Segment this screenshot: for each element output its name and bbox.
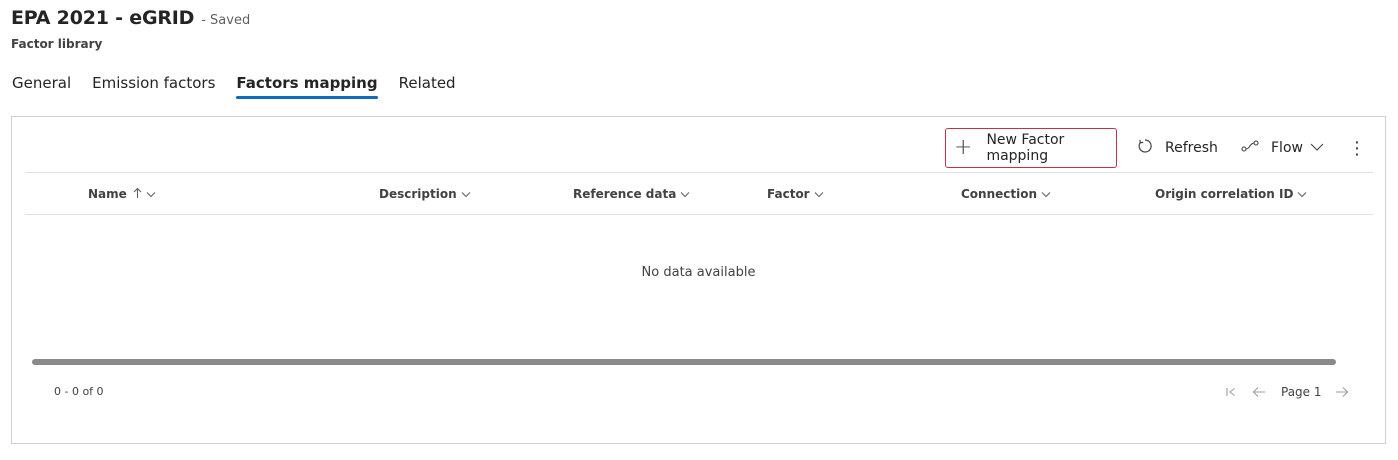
sort-ascending-icon (133, 187, 142, 202)
divider (25, 214, 1373, 215)
chevron-down-icon (1310, 140, 1324, 156)
first-page-icon (1225, 383, 1237, 402)
tab-factors-mapping[interactable]: Factors mapping (236, 74, 378, 99)
grid-header: Name Description Reference data Factor C… (25, 173, 1373, 215)
next-page-button[interactable] (1335, 382, 1349, 402)
arrow-right-icon (1335, 383, 1349, 402)
tab-general[interactable]: General (12, 74, 71, 92)
subgrid-card: + New Factor mapping Refresh Flow ⋮ Name… (11, 116, 1386, 444)
chevron-down-icon (1041, 187, 1051, 201)
tab-bar: General Emission factors Factors mapping… (12, 74, 477, 99)
first-page-button[interactable] (1225, 382, 1237, 402)
save-status: - Saved (201, 13, 251, 28)
record-count: 0 - 0 of 0 (54, 385, 104, 398)
horizontal-scrollbar[interactable] (32, 359, 1336, 365)
column-header-origin-correlation-id[interactable]: Origin correlation ID (1155, 173, 1307, 215)
chevron-down-icon (461, 187, 471, 201)
refresh-icon (1137, 138, 1153, 158)
previous-page-button[interactable] (1252, 382, 1266, 402)
page-indicator: Page 1 (1281, 385, 1322, 399)
chevron-down-icon (814, 187, 824, 201)
chevron-down-icon (146, 187, 156, 201)
column-header-connection[interactable]: Connection (961, 173, 1051, 215)
column-header-reference-data[interactable]: Reference data (573, 173, 690, 215)
title-row: EPA 2021 - eGRID - Saved (11, 7, 250, 29)
entity-subtitle: Factor library (11, 37, 103, 51)
new-factor-mapping-button[interactable]: + New Factor mapping (945, 128, 1117, 168)
page-title: EPA 2021 - eGRID (11, 7, 195, 29)
new-factor-mapping-label: New Factor mapping (986, 132, 1065, 164)
plus-icon: + (954, 135, 973, 160)
refresh-label: Refresh (1165, 140, 1218, 156)
column-header-name[interactable]: Name (88, 173, 156, 215)
flow-button[interactable]: Flow (1241, 128, 1324, 168)
chevron-down-icon (680, 187, 690, 201)
arrow-left-icon (1252, 383, 1266, 402)
flow-icon (1241, 140, 1259, 156)
flow-label: Flow (1271, 140, 1303, 156)
more-vertical-icon: ⋮ (1348, 137, 1366, 159)
column-header-factor[interactable]: Factor (767, 173, 824, 215)
chevron-down-icon (1297, 187, 1307, 201)
empty-grid-message: No data available (641, 265, 756, 280)
tab-emission-factors[interactable]: Emission factors (92, 74, 215, 92)
tab-related[interactable]: Related (399, 74, 456, 92)
more-commands-button[interactable]: ⋮ (1348, 128, 1366, 168)
refresh-button[interactable]: Refresh (1137, 128, 1218, 168)
column-header-description[interactable]: Description (379, 173, 471, 215)
